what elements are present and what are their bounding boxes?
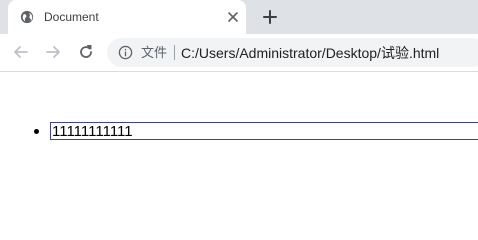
arrow-left-icon[interactable] — [12, 43, 30, 61]
address-bar[interactable]: 文件 C:/Users/Administrator/Desktop/试验.htm… — [107, 38, 478, 67]
browser-toolbar: 文件 C:/Users/Administrator/Desktop/试验.htm… — [0, 34, 478, 72]
reload-icon[interactable] — [77, 43, 95, 61]
info-icon[interactable] — [118, 45, 133, 60]
tab-strip: Document — [0, 0, 478, 34]
arrow-right-icon[interactable] — [44, 43, 62, 61]
text-input[interactable] — [50, 122, 478, 140]
close-icon[interactable] — [226, 10, 240, 24]
plus-icon[interactable] — [262, 9, 278, 25]
page-content — [0, 72, 478, 236]
url-text[interactable]: C:/Users/Administrator/Desktop/试验.html — [181, 45, 439, 61]
tab-document[interactable]: Document — [8, 0, 246, 34]
globe-icon — [20, 10, 34, 24]
omnibox-divider — [174, 45, 175, 60]
list-bullet — [34, 129, 39, 134]
tab-title: Document — [44, 10, 99, 24]
scheme-label: 文件 — [141, 45, 168, 60]
